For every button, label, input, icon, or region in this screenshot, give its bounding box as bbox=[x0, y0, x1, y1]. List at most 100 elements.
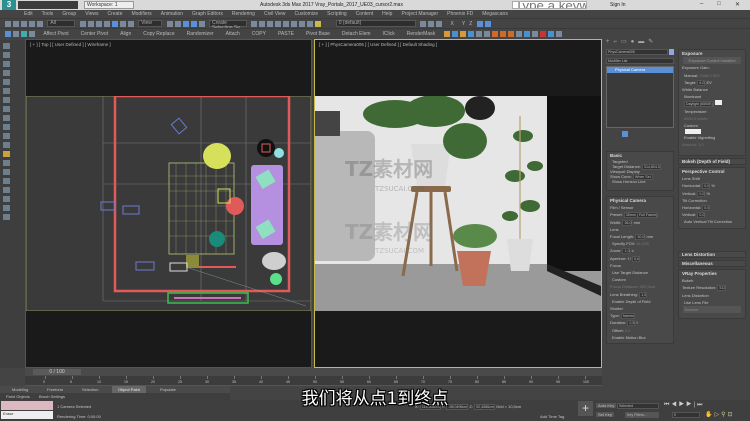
lens-distortion-rollout[interactable]: Lens Distortion bbox=[678, 251, 746, 258]
spinner-snap-icon[interactable] bbox=[198, 21, 205, 27]
tool-icon[interactable] bbox=[3, 187, 10, 193]
pivot-icon[interactable] bbox=[166, 21, 173, 27]
custom-wb-radio[interactable]: Custom bbox=[679, 122, 745, 129]
offset-checkbox[interactable]: Offset: bbox=[612, 328, 624, 333]
selection-filter-dropdown[interactable]: All bbox=[47, 20, 76, 27]
tool-icon[interactable] bbox=[3, 88, 10, 94]
render-setup-icon[interactable] bbox=[299, 21, 306, 27]
paste-button[interactable]: PASTE bbox=[278, 29, 294, 39]
viewport-icon[interactable] bbox=[5, 31, 11, 37]
window-crossing-icon[interactable] bbox=[103, 21, 110, 27]
uv-icon[interactable] bbox=[21, 31, 27, 37]
tool-icon[interactable] bbox=[3, 97, 10, 103]
copy-button[interactable]: COPY bbox=[252, 29, 266, 39]
menu-content[interactable]: Content bbox=[356, 10, 374, 18]
specify-fov-checkbox[interactable]: Specify FOV: bbox=[612, 241, 635, 246]
tool-icon[interactable] bbox=[3, 214, 10, 220]
viewport-navigation-icons[interactable]: ✋▷⚲⊡ bbox=[705, 411, 735, 418]
enable-vignetting-checkbox[interactable]: Enable Vignetting bbox=[679, 134, 745, 141]
iclick-button[interactable]: IClick bbox=[383, 29, 395, 39]
detach-elem-button[interactable]: Detach Elem bbox=[342, 29, 371, 39]
custom-radio[interactable]: Custom bbox=[607, 276, 673, 283]
close-button[interactable]: ✕ bbox=[735, 1, 740, 8]
pin-stack-icon[interactable] bbox=[622, 131, 628, 137]
vray-proxy-icon[interactable] bbox=[467, 31, 474, 37]
tool-icon[interactable] bbox=[3, 52, 10, 58]
zoom-field[interactable]: 1,0 bbox=[622, 248, 631, 255]
tilt-vertical-field[interactable]: 0,0 bbox=[697, 212, 706, 219]
target-distance-field[interactable]: 314,804.0 bbox=[642, 164, 662, 170]
grid-icon[interactable] bbox=[29, 31, 35, 37]
scene-explorer-icon[interactable] bbox=[267, 21, 274, 27]
quick-access-toolbar[interactable] bbox=[18, 1, 78, 9]
snap-icon[interactable] bbox=[174, 21, 181, 27]
width-field[interactable]: 36,0 bbox=[622, 219, 633, 226]
shift-vertical-field[interactable]: 0,0 bbox=[697, 190, 706, 197]
command-panel-tabs[interactable]: +⌐▭●▬✎ bbox=[602, 38, 672, 46]
camera-viewport[interactable]: [ + ] [ PhysCamera005 ] [ User Defined ]… bbox=[314, 39, 602, 368]
undo-icon[interactable] bbox=[5, 21, 11, 27]
viewport-label[interactable]: [ + ] [ Top ] [ User Defined ] [ Wirefra… bbox=[30, 42, 111, 47]
tool-icon[interactable] bbox=[3, 124, 10, 130]
add-time-tag-button[interactable]: Add Time Tag bbox=[540, 414, 564, 419]
menu-civil-view[interactable]: Civil View bbox=[264, 10, 286, 18]
menu-megascans[interactable]: Megascans bbox=[482, 10, 508, 18]
axis-xy-icon[interactable] bbox=[476, 21, 483, 27]
bind-icon[interactable] bbox=[37, 21, 43, 27]
layer-dropdown[interactable]: 0 (default) bbox=[335, 20, 416, 27]
tool-icon[interactable] bbox=[3, 205, 10, 211]
globe-icon[interactable] bbox=[547, 31, 554, 37]
tool-icon[interactable] bbox=[3, 115, 10, 121]
axis-plane-icon[interactable] bbox=[484, 21, 491, 27]
help-icon[interactable] bbox=[555, 31, 562, 37]
attach-button[interactable]: Attach bbox=[226, 29, 240, 39]
time-slider[interactable]: 0 / 100 bbox=[25, 368, 602, 376]
menu-graph-editors[interactable]: Graph Editors bbox=[192, 10, 223, 18]
amount-field[interactable]: 1,0 bbox=[698, 142, 704, 147]
exposure-control-button[interactable]: Exposure Control Installed bbox=[683, 57, 741, 65]
vray-properties-title[interactable]: VRay Properties bbox=[679, 270, 745, 277]
tool-icon[interactable] bbox=[3, 178, 10, 184]
light-icon[interactable] bbox=[3, 151, 10, 157]
layer-select-icon[interactable] bbox=[436, 21, 443, 27]
time-slider-thumb[interactable]: 0 / 100 bbox=[33, 369, 81, 375]
perspective-control-title[interactable]: Perspective Control bbox=[679, 168, 745, 175]
fov-field[interactable]: 61,928 bbox=[637, 241, 649, 246]
layer-explorer-icon[interactable] bbox=[275, 21, 282, 27]
search-input[interactable] bbox=[512, 1, 587, 9]
angle-snap-icon[interactable] bbox=[182, 21, 189, 27]
align-button[interactable]: Align bbox=[120, 29, 131, 39]
target-radio[interactable]: Target: bbox=[684, 80, 696, 85]
texture-resolution-field[interactable]: 512 bbox=[717, 285, 727, 292]
menu-animation[interactable]: Animation bbox=[161, 10, 183, 18]
exposure-title[interactable]: Exposure bbox=[679, 50, 745, 57]
aperture-field[interactable]: 5,6 bbox=[632, 255, 641, 262]
lens-breathing-field[interactable]: 1,0 bbox=[639, 291, 648, 298]
manual-radio[interactable]: Manual: bbox=[684, 73, 698, 78]
affect-pivot-button[interactable]: Affect Pivot bbox=[43, 29, 68, 39]
menu-tools[interactable]: Tools bbox=[42, 10, 54, 18]
phoenix-liquid-icon[interactable] bbox=[499, 31, 506, 37]
scale-icon[interactable] bbox=[127, 21, 134, 27]
reference-coordinate-dropdown[interactable]: View bbox=[138, 20, 163, 27]
show-horizon-checkbox[interactable]: Show Horizon Line bbox=[607, 179, 673, 184]
curve-editor-icon[interactable] bbox=[283, 21, 290, 27]
record-icon[interactable] bbox=[539, 31, 546, 37]
unlink-icon[interactable] bbox=[29, 21, 35, 27]
miscellaneous-rollout[interactable]: Miscellaneous bbox=[678, 260, 746, 267]
temperature-radio[interactable]: Temperature bbox=[679, 108, 745, 115]
phoenix-source-icon[interactable] bbox=[515, 31, 522, 37]
percent-snap-icon[interactable] bbox=[190, 21, 197, 27]
align-icon[interactable] bbox=[259, 21, 266, 27]
menu-scripting[interactable]: Scripting bbox=[327, 10, 346, 18]
select-by-name-icon[interactable] bbox=[87, 21, 94, 27]
enable-dof-checkbox[interactable]: Enable Depth of Field bbox=[607, 298, 673, 305]
menu-project-manager[interactable]: Project Manager bbox=[401, 10, 438, 18]
tilt-horizontal-field[interactable]: 0,0 bbox=[702, 205, 711, 212]
workspace-dropdown[interactable]: Workspace: 1 bbox=[84, 1, 134, 9]
vray-sphere-icon[interactable] bbox=[459, 31, 466, 37]
set-key-button[interactable]: Set Key bbox=[596, 412, 615, 417]
shutter-type-dropdown[interactable]: frames bbox=[620, 313, 635, 320]
menu-modifiers[interactable]: Modifiers bbox=[131, 10, 151, 18]
focus-distance-field[interactable]: 300,0cm bbox=[640, 284, 655, 289]
